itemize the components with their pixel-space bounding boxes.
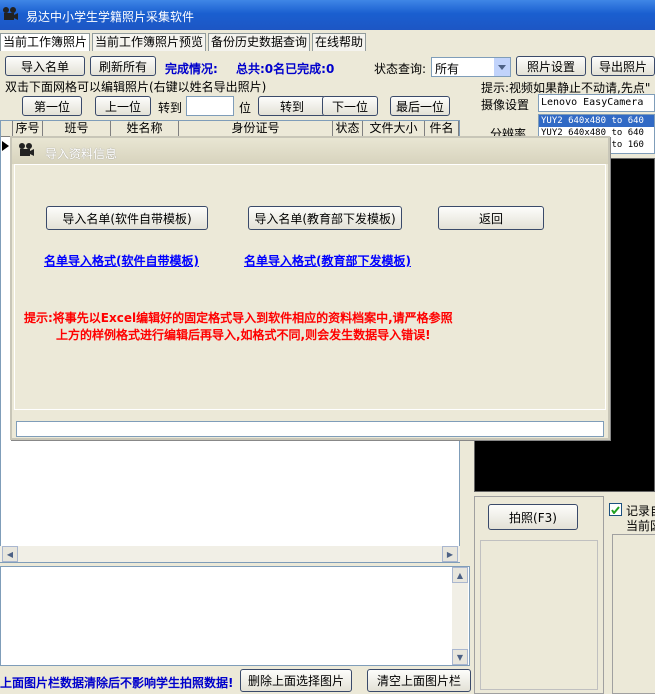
row-pointer-icon <box>2 140 10 154</box>
next-button[interactable]: 下一位 <box>322 96 378 116</box>
import-dialog: 导入资料信息 导入名单(软件自带模板) 导入名单(教育部下发模板) 返回 名单导… <box>10 136 610 440</box>
record-checkbox[interactable] <box>609 503 622 516</box>
import-edu-template-button[interactable]: 导入名单(教育部下发模板) <box>248 206 402 230</box>
back-button[interactable]: 返回 <box>438 206 544 230</box>
column-header-filesize[interactable]: 文件大小 <box>363 121 425 137</box>
delete-selected-button[interactable]: 删除上面选择图片 <box>240 669 352 692</box>
goto-button[interactable]: 转到 <box>258 96 326 116</box>
scroll-left-icon[interactable]: ◀ <box>2 546 18 562</box>
prev-button[interactable]: 上一位 <box>95 96 151 116</box>
camera-device-label: 摄像设置 <box>481 98 530 112</box>
capture-button[interactable]: 拍照(F3) <box>488 504 578 530</box>
title-bar: 易达中小学生学籍照片采集软件 <box>0 0 655 30</box>
own-template-link[interactable]: 名单导入格式(软件自带模板) <box>44 252 199 269</box>
clear-strip-button[interactable]: 清空上面图片栏 <box>367 669 471 692</box>
edu-template-link[interactable]: 名单导入格式(教育部下发模板) <box>244 252 411 269</box>
horizontal-scrollbar[interactable]: ◀ ▶ <box>0 546 460 562</box>
import-list-button[interactable]: 导入名单 <box>5 56 85 76</box>
column-header-filename[interactable]: 件名称 <box>425 121 459 137</box>
column-header-class[interactable]: 班号 <box>43 121 111 137</box>
app-icon <box>2 6 18 22</box>
status-query-select[interactable]: 所有 <box>431 57 511 77</box>
refresh-all-button[interactable]: 刷新所有 <box>90 56 156 76</box>
current-label: 当前図 <box>626 519 655 533</box>
resolution-option[interactable]: YUY2 640x480 to 640 <box>539 115 654 127</box>
scroll-down-icon[interactable]: ▼ <box>452 649 468 665</box>
side-panel <box>612 534 655 694</box>
goto-input[interactable] <box>186 96 234 116</box>
import-progress-bar <box>16 421 604 437</box>
tab-bar: 当前工作簿照片 当前工作簿照片预览 备份历史数据查询 在线帮助 <box>0 33 368 51</box>
tip-line-1: 提示:将事先以Excel编辑好的固定格式导入到软件相应的资料档案中,请严格参照 <box>24 311 453 325</box>
chevron-down-icon[interactable] <box>494 58 510 76</box>
scroll-right-icon[interactable]: ▶ <box>442 546 458 562</box>
window-title: 易达中小学生学籍照片采集软件 <box>26 10 195 24</box>
status-query-label: 状态查询: <box>374 62 427 76</box>
tab-preview[interactable]: 当前工作簿照片预览 <box>92 33 207 51</box>
photo-settings-button[interactable]: 照片设置 <box>516 56 586 76</box>
goto-label: 转到 <box>158 101 183 115</box>
tip-line-2: 上方的样例格式进行编辑后再导入,如格式不同,则会发生数据导入错误! <box>56 328 431 342</box>
scroll-up-icon[interactable]: ▲ <box>452 567 468 583</box>
dialog-title-bar[interactable]: 导入资料信息 <box>12 138 608 164</box>
grid-hint: 双击下面网格可以编辑照片(右键以姓名导出照片) <box>5 80 267 94</box>
column-header-index[interactable]: 序号 <box>13 121 43 137</box>
vertical-scrollbar[interactable]: ▲ ▼ <box>452 567 468 665</box>
camera-device-field[interactable]: Lenovo EasyCamera <box>538 94 655 112</box>
column-header-id[interactable]: 身份证号 <box>179 121 333 137</box>
tab-current-workbook[interactable]: 当前工作簿照片 <box>0 33 91 51</box>
import-own-template-button[interactable]: 导入名单(软件自带模板) <box>46 206 208 230</box>
completion-label: 完成情况: <box>165 62 218 76</box>
export-photos-button[interactable]: 导出照片 <box>591 56 655 76</box>
position-label: 位 <box>239 101 252 115</box>
grid-corner <box>1 121 13 137</box>
last-button[interactable]: 最后一位 <box>390 96 450 116</box>
bottom-notice: 上面图片栏数据清除后不影响学生拍照数据! <box>0 676 234 690</box>
completion-value: 总共:0名已完成:0 <box>236 62 335 76</box>
column-header-name[interactable]: 姓名称 <box>111 121 179 137</box>
dialog-icon <box>18 142 34 158</box>
dialog-title: 导入资料信息 <box>45 147 118 161</box>
first-button[interactable]: 第一位 <box>22 96 82 116</box>
thumbnail-panel[interactable] <box>0 566 470 666</box>
tab-help[interactable]: 在线帮助 <box>312 33 367 51</box>
capture-preview <box>480 540 598 690</box>
dialog-body <box>14 164 606 410</box>
column-header-status[interactable]: 状态 <box>333 121 363 137</box>
tab-history[interactable]: 备份历史数据查询 <box>208 33 311 51</box>
